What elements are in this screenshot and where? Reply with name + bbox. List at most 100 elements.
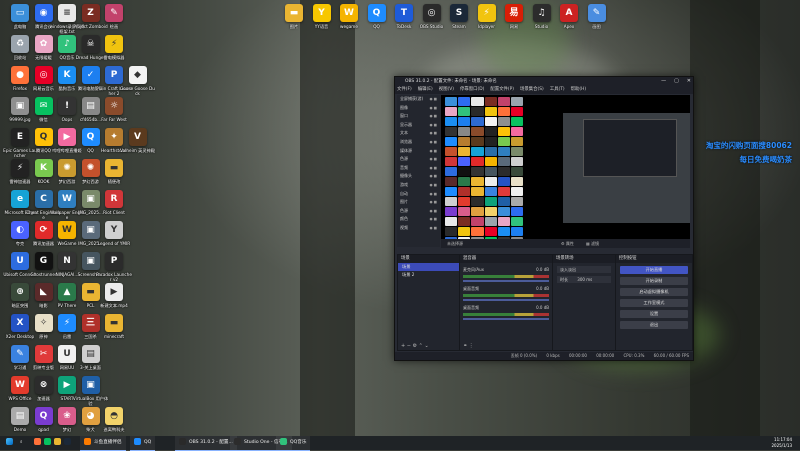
source-item[interactable]: 音频 [397, 164, 440, 173]
menu-item[interactable]: 帮助(H) [571, 87, 587, 92]
preview-mini-icon [497, 227, 510, 236]
source-item[interactable]: 媒体源 [397, 147, 440, 156]
add-icon[interactable]: + [401, 343, 405, 349]
settings-button[interactable]: 设置 [620, 310, 688, 318]
volume-slider[interactable] [463, 318, 549, 320]
studio-mode-button[interactable]: 工作室模式 [620, 299, 688, 307]
source-item[interactable]: 窗口 [397, 112, 440, 121]
riot-client-icon: R [105, 190, 123, 208]
preview-mini-icon [497, 197, 510, 206]
obs-titlebar[interactable]: OBS 31.0.2 - 配置文件: 未命名 - 场景: 未命名 — ▢ ✕ [395, 77, 693, 86]
source-item[interactable]: 色源 [397, 155, 440, 164]
goose-duck-icon: ◆ [128, 66, 147, 84]
exit-button[interactable]: 退出 [620, 321, 688, 329]
preview-mini-icon [458, 107, 471, 116]
wechat-icon[interactable] [44, 438, 51, 445]
menu-item[interactable]: 配置文件(P) [490, 87, 514, 92]
preview-mini-icon [484, 117, 497, 126]
cpu-usage: CPU: 0.3% [623, 353, 645, 358]
link-icon[interactable]: ⚭ [463, 343, 467, 349]
virtual-camera-button[interactable]: 启动虚拟摄像机 [620, 288, 688, 296]
menu-item[interactable]: 场景集合(S) [520, 87, 544, 92]
preview-mini-icon [510, 207, 523, 216]
source-item[interactable]: 图片 [397, 198, 440, 207]
preview-mini-icon [497, 167, 510, 176]
file-explorer-icon[interactable] [54, 438, 61, 445]
start-recording-button[interactable]: 开始录制 [620, 277, 688, 285]
channel-db: 0.0 dB [536, 305, 549, 310]
sources-list[interactable]: 全屏捕获(游)图像窗口显示器文本浏览器媒体源色源音频摄像头游戏自动图片色源颜色视… [397, 95, 440, 247]
system-clock[interactable]: 11:17:04 2025/1/13 [771, 437, 792, 448]
menu-item[interactable]: 文件(F) [397, 87, 412, 92]
taskbar-app[interactable]: 斗鱼直播伴侣 [80, 436, 126, 451]
preview-toolbar: 未选择源 ⚙ 属性 ▦ 滤镜 [441, 239, 690, 248]
menu-item[interactable]: 视图(V) [439, 87, 454, 92]
obs-window[interactable]: OBS 31.0.2 - 配置文件: 未命名 - 场景: 未命名 — ▢ ✕ 文件(… [394, 76, 694, 361]
close-icon[interactable]: ✕ [687, 78, 691, 84]
source-item[interactable]: 文本 [397, 129, 440, 138]
up-icon[interactable]: ⌃ [419, 343, 423, 349]
search-button[interactable]: ⌕ [20, 436, 23, 450]
preview-mini-icon [471, 167, 484, 176]
source-item[interactable]: 游戏 [397, 181, 440, 190]
source-item[interactable]: 颜色 [397, 215, 440, 224]
preview-mini-icon [445, 207, 458, 216]
preview-mini-icon [471, 187, 484, 196]
menu-item[interactable]: 编辑(E) [418, 87, 433, 92]
taskbar-app[interactable]: QQ [130, 436, 156, 451]
preview-mini-icon [497, 157, 510, 166]
desktop-icon-label: 随便改 [107, 179, 121, 184]
remove-icon[interactable]: − [407, 343, 411, 349]
preview-mini-icon [484, 167, 497, 176]
duration-field[interactable]: 时长 300 ms [557, 276, 611, 283]
taskbar-app[interactable]: OBS 31.0.2 - 配置... [175, 436, 237, 451]
firefox-icon[interactable] [34, 438, 41, 445]
netease-icon: 易 [505, 4, 523, 22]
scene-item[interactable]: 场景 2 [398, 271, 459, 279]
source-item[interactable]: 全屏捕获(游) [397, 95, 440, 104]
preview-mini-icon [458, 207, 471, 216]
channel-name: 桌面音频 [463, 305, 479, 310]
source-item[interactable]: 浏览器 [397, 138, 440, 147]
properties-button[interactable]: ⚙ 属性 [561, 239, 574, 248]
source-item[interactable]: 自动 [397, 190, 440, 199]
file-icon: ▤ [81, 345, 100, 363]
down-icon[interactable]: ⌄ [424, 343, 428, 349]
preview-mini-icon [458, 177, 471, 186]
preview-mini-icon [445, 137, 458, 146]
config-icon[interactable]: ⚙ [413, 343, 417, 349]
preview-mini-icon [445, 177, 458, 186]
menu-icon[interactable]: ⋮ [469, 343, 474, 349]
scenes-title: 场景 [398, 255, 459, 263]
taskbar-app[interactable]: QQ音乐 [276, 436, 311, 451]
maximize-icon[interactable]: ▢ [674, 78, 679, 84]
volume-slider[interactable] [463, 299, 549, 301]
desktop-icon[interactable]: ✎ 画图 [579, 2, 615, 46]
start-button[interactable] [6, 436, 16, 450]
preview-mini-icon [445, 107, 458, 116]
source-item[interactable]: 色源 [397, 207, 440, 216]
duration-value: 300 ms [577, 277, 593, 282]
menu-item[interactable]: 停靠窗口(D) [460, 87, 484, 92]
scene-item[interactable]: 场景 [398, 263, 459, 271]
preview-mini-icon [497, 187, 510, 196]
volume-slider[interactable] [463, 280, 549, 282]
minimize-icon[interactable]: — [661, 78, 666, 84]
clock-time: 11:17:04 [774, 437, 792, 442]
start-streaming-button[interactable]: 开始直播 [620, 266, 688, 274]
mixer-channel: 桌面音频 0.0 dB [463, 305, 549, 320]
preview-mini-icon [445, 217, 458, 226]
menu-item[interactable]: 工具(T) [550, 87, 565, 92]
obs-preview[interactable] [441, 95, 690, 247]
desktop-icon-label: 绘画 [109, 24, 119, 29]
filters-button[interactable]: ▦ 滤镜 [586, 239, 599, 248]
preview-mini-icon [471, 127, 484, 136]
steam-icon[interactable] [64, 438, 71, 445]
source-item[interactable]: 图像 [397, 104, 440, 113]
taskbar-app-label: 斗鱼直播伴侣 [94, 440, 122, 445]
desktop-icon-label: Valheim 英灵神殿 [120, 148, 155, 153]
transition-select[interactable]: 淡入淡出 [557, 266, 611, 273]
source-item[interactable]: 摄像头 [397, 172, 440, 181]
source-item[interactable]: 显示器 [397, 121, 440, 130]
source-item[interactable]: 视频 [397, 224, 440, 233]
